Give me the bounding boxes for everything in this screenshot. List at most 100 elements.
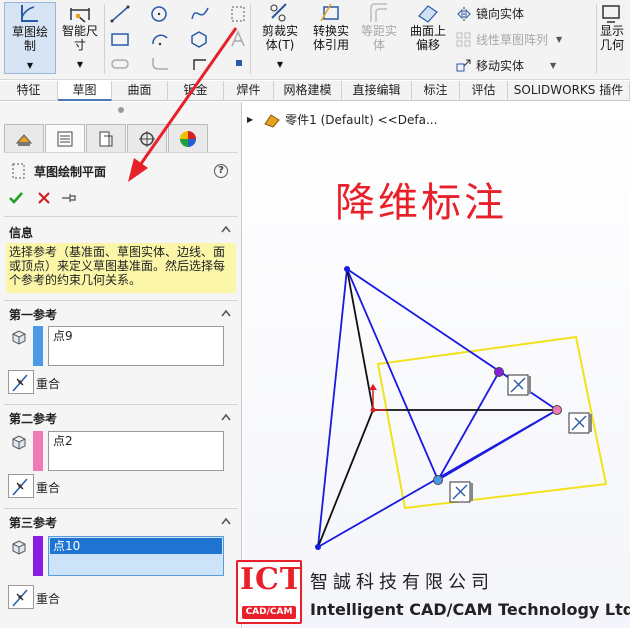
company-name-en: Intelligent CAD/CAM Technology Ltd. xyxy=(310,600,630,619)
reference-cube-icon xyxy=(12,330,26,345)
selection-item[interactable]: 点10 xyxy=(50,538,222,554)
tab-feature-manager[interactable] xyxy=(4,124,44,152)
polygon-icon[interactable] xyxy=(190,30,212,48)
divider xyxy=(4,216,238,217)
text-icon[interactable] xyxy=(230,30,246,48)
panel-grip-handle[interactable] xyxy=(118,107,124,113)
graphics-area[interactable]: ▶ 零件1 (Default) <<Defa... 降维标注 xyxy=(243,102,630,628)
tab-markup[interactable]: 标注 xyxy=(412,81,460,101)
line-icon[interactable] xyxy=(110,5,132,23)
chevron-down-icon: ▼ xyxy=(76,60,84,69)
collapse-chevron-icon[interactable] xyxy=(220,516,232,526)
sketch-plane-icon xyxy=(12,163,25,179)
tab-weldments[interactable]: 焊件 xyxy=(224,81,274,101)
sketch-label: 草图绘 制 xyxy=(11,25,48,53)
property-manager-title: 草图绘制平面 xyxy=(34,165,107,179)
second-reference-selection-box[interactable]: 点2 xyxy=(48,431,224,471)
move-label: 移动实体 xyxy=(476,59,525,73)
point10-marker[interactable] xyxy=(494,367,504,377)
tab-mesh-modeling[interactable]: 网格建模 xyxy=(274,81,342,101)
collapse-chevron-icon[interactable] xyxy=(220,224,232,234)
sketch-point[interactable] xyxy=(315,544,321,550)
chevron-down-icon: ▼ xyxy=(26,61,34,70)
coincident-icon xyxy=(12,589,28,607)
pin-icon[interactable] xyxy=(60,190,78,206)
slot-icon[interactable] xyxy=(110,56,132,72)
point9-marker[interactable] xyxy=(433,475,443,485)
cancel-x-icon[interactable] xyxy=(36,190,52,206)
ribbon-divider xyxy=(104,4,105,74)
property-manager-icon xyxy=(57,131,73,146)
collapse-chevron-icon[interactable] xyxy=(220,308,232,318)
spline-icon[interactable] xyxy=(190,5,212,23)
tab-configuration-manager[interactable] xyxy=(86,124,126,152)
chevron-down-icon: ▼ xyxy=(550,61,557,70)
relation-label: 重合 xyxy=(36,377,61,391)
selection-item[interactable]: 点9 xyxy=(53,329,219,343)
rectangle-icon[interactable] xyxy=(110,30,132,48)
select-window-icon[interactable] xyxy=(230,5,246,23)
selection-item[interactable]: 点2 xyxy=(53,434,219,448)
coincident-icon xyxy=(12,478,28,496)
point2-marker[interactable] xyxy=(552,405,562,415)
tab-solidworks-addins[interactable]: SOLIDWORKS 插件 xyxy=(508,81,630,101)
offset-on-surface-label: 曲面上 偏移 xyxy=(409,24,446,52)
smart-dimension-button[interactable]: 智能尺 寸 ▼ xyxy=(58,2,102,74)
third-reference-selection-box[interactable]: 点10 xyxy=(48,536,224,576)
relation-label: 重合 xyxy=(36,592,61,606)
convert-entities-button[interactable]: 转换实 体引用 xyxy=(306,2,356,74)
tab-property-manager[interactable] xyxy=(45,124,85,152)
chevron-down-icon: ▼ xyxy=(556,35,563,44)
sketch-point[interactable] xyxy=(344,266,350,272)
arc-icon[interactable] xyxy=(150,30,172,48)
linear-pattern-label: 线性草图阵列 xyxy=(476,33,549,47)
help-icon[interactable]: ? xyxy=(214,164,228,178)
offset-entities-button[interactable]: 等距实 体 xyxy=(358,2,400,74)
corner-icon[interactable] xyxy=(190,56,212,72)
fillet-icon[interactable] xyxy=(150,56,172,72)
command-ribbon: 草图绘 制 ▼ 智能尺 寸 ▼ 剪裁实 体(T) ▼ 转换实 体引用 等距实 体… xyxy=(0,0,630,80)
offset-label: 等距实 体 xyxy=(360,24,397,52)
smart-dimension-label: 智能尺 寸 xyxy=(61,24,98,52)
display-relations-label: 显示 几何 xyxy=(600,24,625,52)
tab-features[interactable]: 特征 xyxy=(0,81,58,101)
display-relations-button[interactable]: 显示 几何 xyxy=(600,2,630,74)
tab-sheet-metal[interactable]: 钣金 xyxy=(168,81,224,101)
tab-evaluate[interactable]: 评估 xyxy=(460,81,508,101)
coincident-icon xyxy=(12,374,28,392)
mirror-entities-button[interactable]: 镜向实体 xyxy=(456,5,524,22)
move-entities-button[interactable]: 移动实体 ▼ xyxy=(456,57,556,74)
coincident-relation-button[interactable] xyxy=(8,370,34,394)
tab-surfaces[interactable]: 曲面 xyxy=(112,81,168,101)
reference-cube-icon xyxy=(12,540,26,555)
logo-text: ICT xyxy=(240,562,304,597)
trim-label: 剪裁实 体(T) xyxy=(261,24,298,52)
tab-sketch[interactable]: 草图 xyxy=(58,81,112,101)
sketch-button[interactable]: 草图绘 制 ▼ xyxy=(4,2,56,74)
tab-dimxpert-manager[interactable] xyxy=(127,124,167,152)
tab-display-manager[interactable] xyxy=(168,124,208,152)
collapse-chevron-icon[interactable] xyxy=(220,412,232,422)
coincident-relation-button[interactable] xyxy=(8,585,34,609)
coincident-badge-icon[interactable] xyxy=(568,412,592,434)
offset-on-surface-button[interactable]: 曲面上 偏移 xyxy=(404,2,452,74)
dimxpert-icon xyxy=(139,130,155,147)
convert-icon xyxy=(320,3,339,22)
ok-check-icon[interactable] xyxy=(8,190,24,206)
trim-entities-button[interactable]: 剪裁实 体(T) ▼ xyxy=(256,2,304,74)
display-relations-icon xyxy=(602,5,620,23)
linear-pattern-button[interactable]: 线性草图阵列 ▼ xyxy=(456,31,562,48)
coincident-badge-icon[interactable] xyxy=(449,481,473,503)
coincident-badge-icon[interactable] xyxy=(507,374,531,396)
mirror-icon xyxy=(457,6,471,21)
coincident-relation-button[interactable] xyxy=(8,474,34,498)
display-manager-icon xyxy=(180,130,196,147)
tab-direct-editing[interactable]: 直接编辑 xyxy=(342,81,412,101)
point-icon[interactable] xyxy=(234,58,244,68)
circle-icon[interactable] xyxy=(150,5,172,23)
ribbon-divider xyxy=(250,4,251,74)
first-reference-selection-box[interactable]: 点9 xyxy=(48,326,224,366)
divider xyxy=(4,508,238,509)
linear-pattern-icon xyxy=(456,32,471,46)
sketch-canvas[interactable] xyxy=(243,102,630,628)
